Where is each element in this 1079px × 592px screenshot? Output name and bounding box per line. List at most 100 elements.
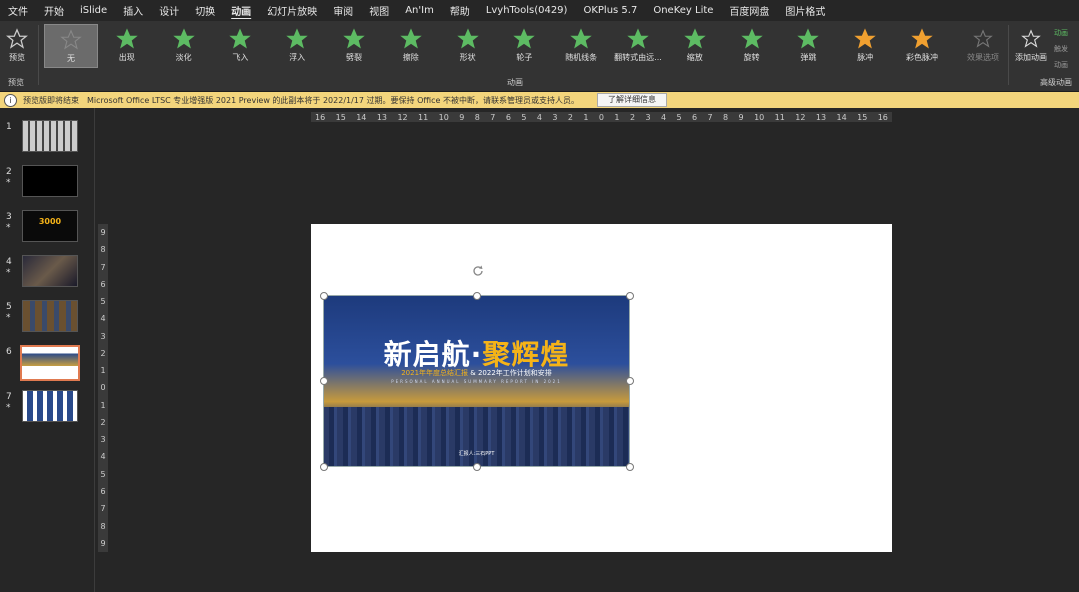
menu-item[interactable]: 插入	[115, 3, 151, 18]
slide-thumbnail[interactable]	[22, 390, 78, 422]
notice-title: 预览版即将结束	[23, 95, 79, 105]
menu-item[interactable]: LvyhTools(0429)	[478, 5, 576, 16]
animation-effect-button[interactable]: 擦除	[385, 24, 437, 66]
menu-item[interactable]: iSlide	[72, 5, 115, 16]
ruler-tick-label: 1	[614, 112, 620, 122]
slide-thumbnail[interactable]	[22, 255, 78, 287]
animation-effect-button[interactable]: 翻转式由远...	[612, 24, 664, 66]
learn-more-button[interactable]: 了解详细信息	[596, 93, 667, 107]
animation-effect-button[interactable]: 出现	[101, 24, 153, 66]
ruler-tick-label: 6	[505, 112, 511, 122]
animation-effect-button[interactable]: 弹跳	[782, 24, 834, 66]
menu-item[interactable]: 幻灯片放映	[259, 3, 325, 18]
ruler-tick-label: 12	[397, 112, 408, 122]
animation-effect-button[interactable]: 淡化	[158, 24, 210, 66]
animation-effect-button[interactable]: 无	[44, 24, 98, 68]
ruler-tick-label: 8	[723, 112, 729, 122]
resize-handle[interactable]	[320, 292, 328, 300]
animation-effect-button[interactable]: 随机线条	[555, 24, 607, 66]
resize-handle[interactable]	[320, 377, 328, 385]
ruler-tick-label: 3	[552, 112, 558, 122]
animation-star-icon	[627, 28, 649, 49]
ruler-tick-label: 12	[795, 112, 806, 122]
add-animation-button[interactable]: 添加动画	[1010, 24, 1052, 66]
resize-handle[interactable]	[320, 463, 328, 471]
animation-star-icon	[229, 28, 252, 49]
menu-item[interactable]: 帮助	[442, 3, 478, 18]
animation-star-icon	[570, 28, 592, 49]
menu-item[interactable]: 图片格式	[777, 3, 833, 18]
menu-item[interactable]: 审阅	[325, 3, 361, 18]
trigger-item[interactable]: 触发	[1054, 41, 1068, 57]
menu-item[interactable]: An'Im	[397, 5, 442, 16]
rotate-handle-icon[interactable]	[471, 264, 485, 278]
resize-handle[interactable]	[626, 463, 634, 471]
menu-item[interactable]: 设计	[151, 3, 187, 18]
ruler-tick-label: 10	[754, 112, 765, 122]
menu-item[interactable]: 开始	[36, 3, 72, 18]
animation-effect-button[interactable]: 缩放	[669, 24, 721, 66]
menu-item[interactable]: 文件	[0, 3, 36, 18]
ruler-tick-label: 9	[459, 112, 465, 122]
effect-options-button[interactable]: 效果选项	[960, 24, 1006, 66]
ruler-tick-label: 11	[774, 112, 785, 122]
ruler-tick-label: 8	[474, 112, 480, 122]
slide-number: 6	[6, 347, 12, 357]
ruler-tick-label: 9	[100, 228, 106, 237]
animation-star-icon	[456, 28, 479, 49]
notice-text: Microsoft Office LTSC 专业增强版 2021 Preview…	[87, 95, 579, 105]
ruler-tick-label: 7	[707, 112, 713, 122]
horizontal-ruler: 16 15 14 13 12 11 10 9 8 7 6 5 4 3 2 1 0 1 2 3 4 5 6 7 8 9 10 11 12 1…	[311, 112, 892, 122]
preview-button[interactable]: 预览	[0, 24, 34, 66]
advanced-group-label: 高级动画	[1040, 78, 1072, 87]
preview-group-label: 预览	[8, 78, 24, 87]
animation-effect-button[interactable]: 形状	[442, 24, 494, 66]
slide-thumbnail[interactable]: 3000	[22, 210, 78, 242]
animation-indicator-icon: *	[6, 403, 11, 413]
animation-star-icon	[116, 28, 138, 49]
resize-handle[interactable]	[626, 377, 634, 385]
ruler-tick-label: 8	[100, 521, 106, 531]
animation-effect-button[interactable]: 旋转	[726, 24, 778, 66]
menu-item[interactable]: OneKey Lite	[645, 5, 721, 16]
animation-star-icon	[400, 28, 422, 49]
resize-handle[interactable]	[626, 292, 634, 300]
animation-painter-item[interactable]: 动画	[1054, 57, 1068, 73]
ruler-tick-label: 1	[583, 112, 589, 122]
resize-handle[interactable]	[473, 463, 481, 471]
animation-pane-item[interactable]: 动画	[1054, 25, 1068, 41]
slide-thumbnail[interactable]	[22, 165, 78, 197]
animation-effect-button[interactable]: 劈裂	[328, 24, 380, 66]
animation-effect-button[interactable]: 彩色脉冲	[896, 24, 948, 66]
animation-group-label: 动画	[507, 78, 523, 87]
menu-item[interactable]: 百度网盘	[721, 3, 777, 18]
ruler-tick-label: 10	[438, 112, 449, 122]
slide-thumbnail[interactable]	[22, 120, 78, 152]
ruler-tick-label: 7	[100, 262, 106, 272]
animation-effect-button[interactable]: 浮入	[271, 24, 323, 66]
menu-item[interactable]: 动画	[223, 3, 259, 18]
info-icon: i	[4, 93, 17, 107]
slide-thumbnail[interactable]	[20, 345, 80, 381]
ruler-tick-label: 15	[857, 112, 868, 122]
ruler-tick-label: 3	[645, 112, 651, 122]
menu-item[interactable]: OKPlus 5.7	[575, 5, 645, 16]
ruler-tick-label: 3	[100, 331, 106, 341]
animation-star-icon	[60, 29, 82, 50]
ruler-tick-label: 2	[629, 112, 636, 122]
menu-item[interactable]: 切换	[187, 3, 223, 18]
menu-item[interactable]: 视图	[361, 3, 397, 18]
animation-effect-button[interactable]: 飞入	[214, 24, 266, 66]
slide-thumbnail[interactable]	[22, 300, 78, 332]
resize-handle[interactable]	[473, 292, 481, 300]
ruler-tick-label: 0	[598, 112, 604, 122]
slide-number: 5	[6, 302, 12, 312]
animation-indicator-icon: *	[6, 268, 11, 278]
animation-effect-button[interactable]: 脉冲	[839, 24, 891, 66]
ruler-tick-label: 14	[836, 112, 847, 122]
animation-indicator-icon: *	[6, 178, 11, 188]
ribbon: 预览 预览 无出现 淡化 飞入 浮入 劈裂 擦除 形状 轮子 随机线条 翻转式由远... 缩放 旋转弹…	[0, 21, 1079, 92]
animation-effect-button[interactable]: 轮子	[498, 24, 550, 66]
slide-number: 3	[6, 212, 12, 222]
preview-star-icon	[6, 28, 28, 49]
